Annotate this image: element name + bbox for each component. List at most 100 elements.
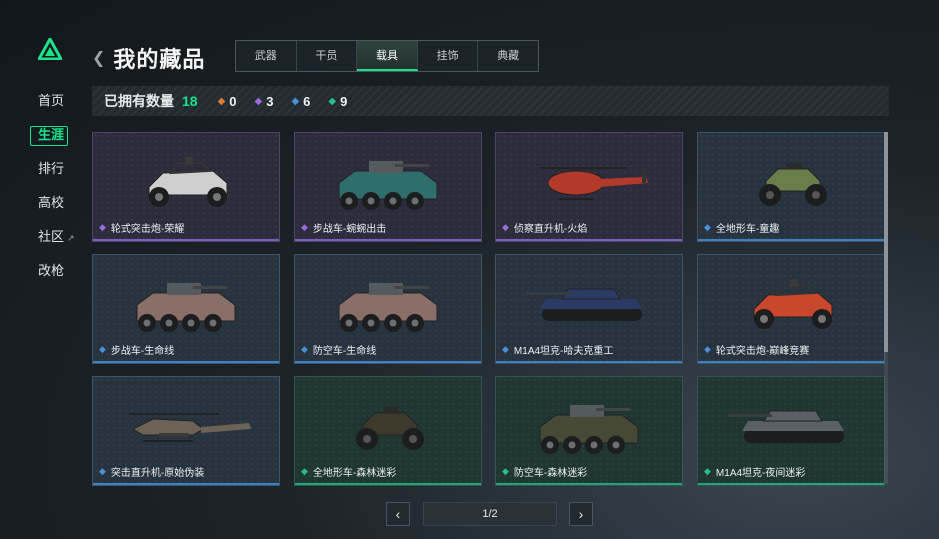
category-tabs: 武器 干员 载具 挂饰 典藏 [235, 40, 539, 72]
purple-gem-icon: ◆ [502, 222, 509, 232]
blue-gem-icon: ◆ [291, 95, 300, 107]
vehicle-name-row: ◆ 步战车-生命线 [99, 342, 174, 357]
vehicle-image [129, 413, 251, 442]
green-gem-icon: ◆ [502, 466, 509, 476]
external-link-icon: ↗ [67, 233, 75, 243]
sidebar-item-1[interactable]: 生涯 [26, 118, 86, 152]
vehicle-name-row: ◆ 全地形车-森林迷彩 [301, 464, 396, 479]
purple-gem-icon: ◆ [254, 95, 263, 107]
vehicle-image [728, 410, 844, 443]
sidebar-item-0[interactable]: 首页 [26, 84, 86, 118]
sidebar-item-2[interactable]: 排行 [26, 152, 86, 186]
rarity-count-value: 3 [266, 93, 274, 109]
sidebar-item-label: 首页 [38, 93, 65, 108]
back-icon[interactable]: ❮ [92, 48, 105, 68]
purple-gem-icon: ◆ [99, 222, 106, 232]
sidebar-item-5[interactable]: 改枪 [26, 254, 86, 288]
vehicle-name: 步战车-蜿蜿出击 [312, 224, 387, 235]
vehicle-name: 轮式突击炮-巅峰竞赛 [715, 346, 810, 357]
sidebar-item-3[interactable]: 高校 [26, 186, 86, 220]
vehicle-name-row: ◆ 轮式突击炮-荣耀 [99, 220, 184, 235]
vehicle-name: 全地形车-童趣 [715, 224, 780, 235]
vehicle-image [148, 157, 228, 207]
vehicle-name-row: ◆ 步战车-蜿蜿出击 [301, 220, 386, 235]
rarity-count-value: 9 [340, 93, 348, 109]
green-gem-icon: ◆ [704, 466, 711, 476]
orange-gem-icon: ◆ [217, 95, 226, 107]
blue-gem-icon: ◆ [301, 344, 308, 354]
rarity-count-value: 0 [229, 93, 237, 109]
vehicle-image [759, 163, 827, 206]
page-header: ❮ 我的藏品 [92, 42, 205, 74]
grid-scrollbar-thumb[interactable] [884, 132, 888, 352]
vehicle-name: 全地形车-森林迷彩 [312, 468, 397, 479]
vehicle-card[interactable]: ◆ M1A4坦克-哈夫克重工 [495, 254, 683, 364]
tab-0[interactable]: 武器 [236, 41, 297, 71]
vehicle-image [338, 161, 438, 210]
vehicle-name: 突击直升机-原始伪装 [110, 468, 205, 479]
rarity-count-list: ◆ 0 ◆ 3 ◆ 6 ◆ 9 [218, 94, 366, 109]
sidebar-item-4[interactable]: 社区 ↗ [26, 220, 86, 254]
vehicle-image [526, 288, 642, 321]
sidebar-nav: 首页生涯排行高校社区 ↗ 改枪 [26, 84, 86, 288]
vehicle-name-row: ◆ 全地形车-童趣 [704, 220, 779, 235]
vehicle-card[interactable]: ◆ 轮式突击炮-巅峰竞赛 [697, 254, 885, 364]
tab-2[interactable]: 载具 [357, 41, 418, 71]
vehicle-name: 防空车-森林迷彩 [513, 468, 588, 479]
vehicle-card[interactable]: ◆ 步战车-生命线 [92, 254, 280, 364]
green-gem-icon: ◆ [301, 466, 308, 476]
app-logo [38, 38, 62, 60]
vehicle-grid: ◆ 轮式突击炮-荣耀 ◆ 步战车-蜿蜿出击 ◆ 侦察直升机-火焰 ◆ 全地形车-童趣 ◆ 步战车-… [92, 132, 885, 486]
vehicle-image [540, 167, 648, 200]
owned-count-label: 已拥有数量 [104, 93, 174, 109]
rarity-count: ◆ 3 [255, 94, 274, 109]
vehicle-name-row: ◆ 突击直升机-原始伪装 [99, 464, 204, 479]
blue-gem-icon: ◆ [704, 344, 711, 354]
vehicle-name-row: ◆ 防空车-森林迷彩 [502, 464, 587, 479]
rarity-count: ◆ 0 [218, 94, 237, 109]
vehicle-card[interactable]: ◆ 侦察直升机-火焰 [495, 132, 683, 242]
vehicle-card[interactable]: ◆ 轮式突击炮-荣耀 [92, 132, 280, 242]
prev-page-button[interactable]: ‹ [386, 502, 410, 526]
page-indicator: 1/2 [423, 502, 557, 526]
rarity-count: ◆ 6 [291, 94, 310, 109]
vehicle-image [356, 407, 424, 450]
tab-3[interactable]: 挂饰 [418, 41, 479, 71]
blue-gem-icon: ◆ [99, 344, 106, 354]
vehicle-card[interactable]: ◆ 防空车-森林迷彩 [495, 376, 683, 486]
vehicle-card[interactable]: ◆ 突击直升机-原始伪装 [92, 376, 280, 486]
vehicle-name-row: ◆ M1A4坦克-夜间迷彩 [704, 464, 805, 479]
vehicle-name-row: ◆ 侦察直升机-火焰 [502, 220, 587, 235]
tab-1[interactable]: 干员 [297, 41, 358, 71]
vehicle-name: 轮式突击炮-荣耀 [110, 224, 185, 235]
rarity-count: ◆ 9 [328, 94, 347, 109]
vehicle-name: 侦察直升机-火焰 [513, 224, 588, 235]
sidebar-item-label: 排行 [38, 161, 65, 176]
vehicle-name-row: ◆ 轮式突击炮-巅峰竞赛 [704, 342, 809, 357]
vehicle-name: 防空车-生命线 [312, 346, 377, 357]
vehicle-card[interactable]: ◆ 防空车-生命线 [294, 254, 482, 364]
sidebar-item-label: 社区 [38, 229, 65, 244]
sidebar-item-label: 改枪 [38, 263, 65, 278]
vehicle-image [539, 405, 639, 454]
vehicle-card[interactable]: ◆ 全地形车-童趣 [697, 132, 885, 242]
vehicle-name: 步战车-生命线 [110, 346, 175, 357]
vehicle-image [753, 279, 833, 329]
vehicle-card[interactable]: ◆ M1A4坦克-夜间迷彩 [697, 376, 885, 486]
purple-gem-icon: ◆ [301, 222, 308, 232]
vehicle-card[interactable]: ◆ 步战车-蜿蜿出击 [294, 132, 482, 242]
next-page-button[interactable]: › [569, 502, 593, 526]
vehicle-name-row: ◆ M1A4坦克-哈夫克重工 [502, 342, 613, 357]
vehicle-name-row: ◆ 防空车-生命线 [301, 342, 376, 357]
page-title: 我的藏品 [113, 47, 206, 72]
vehicle-card[interactable]: ◆ 全地形车-森林迷彩 [294, 376, 482, 486]
rarity-count-value: 6 [303, 93, 311, 109]
owned-count-bar: 已拥有数量 18 ◆ 0 ◆ 3 ◆ 6 ◆ 9 [92, 86, 889, 116]
sidebar-item-label: 高校 [38, 195, 65, 210]
sidebar-item-label: 生涯 [38, 127, 65, 142]
blue-gem-icon: ◆ [502, 344, 509, 354]
vehicle-image [136, 283, 236, 332]
vehicle-name: M1A4坦克-夜间迷彩 [715, 468, 806, 479]
tab-4[interactable]: 典藏 [478, 41, 538, 71]
vehicle-image [338, 283, 438, 332]
